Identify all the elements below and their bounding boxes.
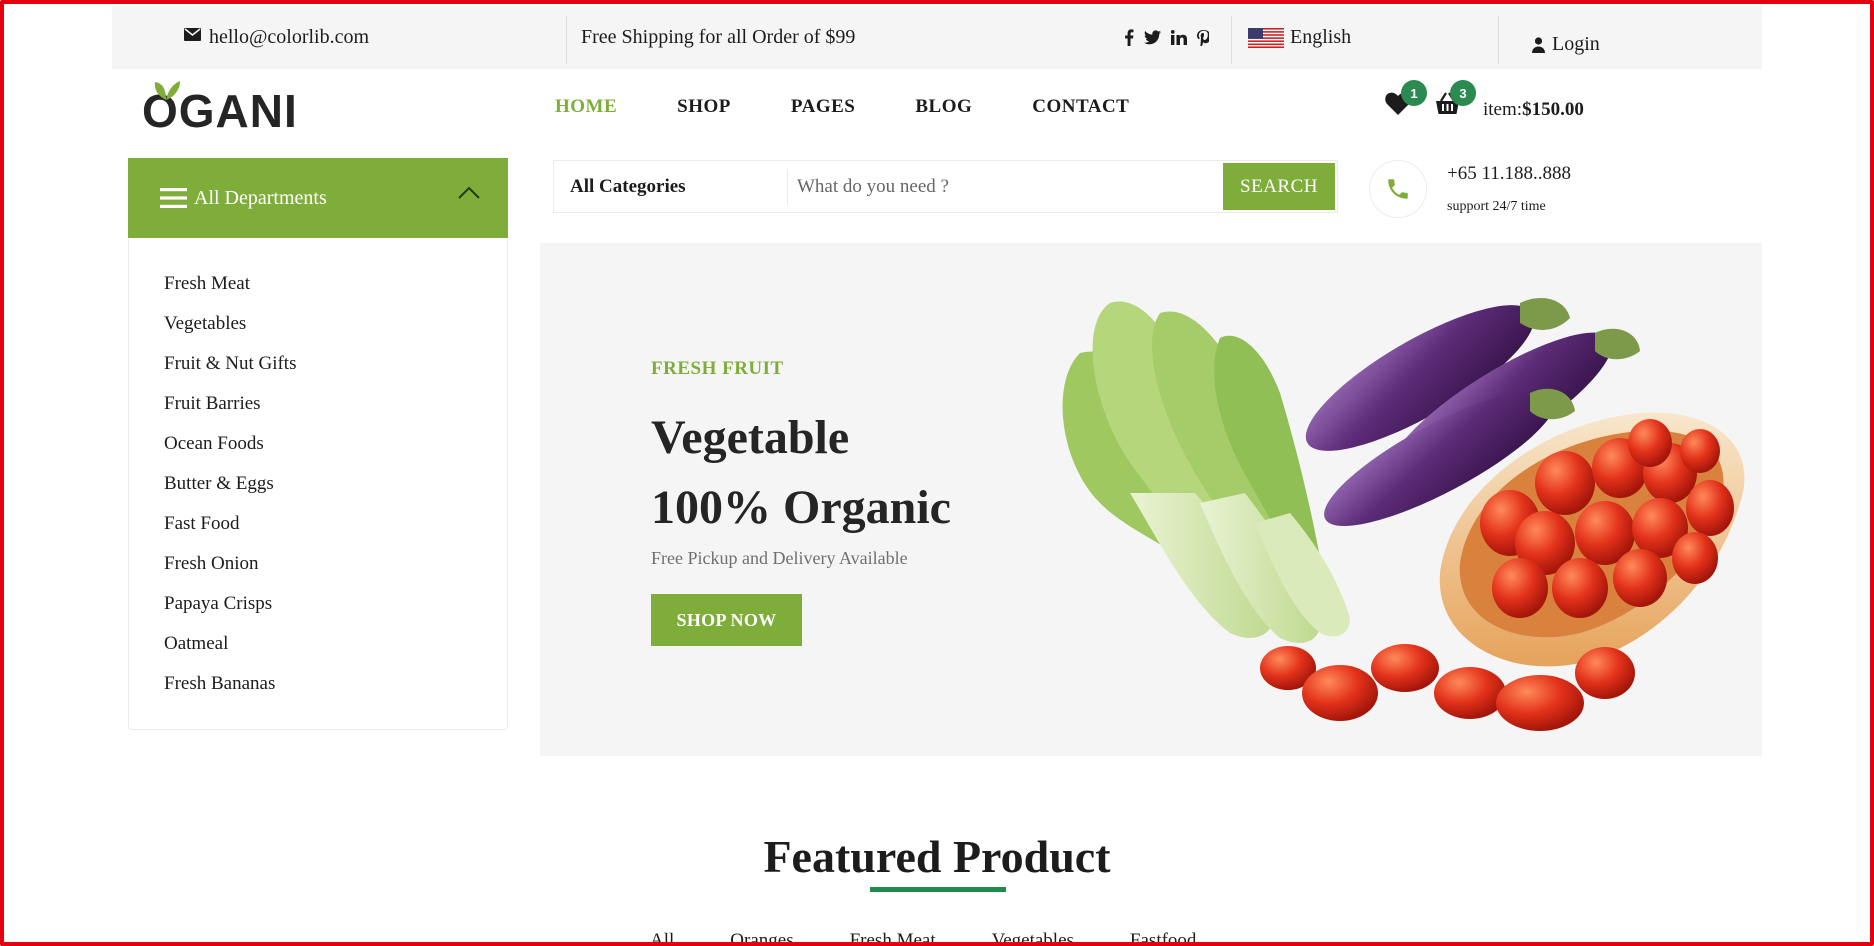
department-item[interactable]: Butter & Eggs	[164, 464, 507, 504]
leaf-icon	[154, 81, 180, 100]
nav-contact[interactable]: CONTACT	[1032, 96, 1129, 118]
cart-total-label: item:	[1483, 99, 1523, 120]
user-icon	[1532, 36, 1545, 53]
phone-icon	[1388, 179, 1408, 199]
facebook-icon[interactable]	[1124, 29, 1134, 46]
divider	[1231, 16, 1232, 64]
vegetables-image	[1062, 298, 1745, 731]
linkedin-icon[interactable]	[1171, 30, 1187, 45]
filter-tab[interactable]: All	[650, 930, 674, 946]
category-select[interactable]: All Categories	[554, 168, 788, 205]
department-item[interactable]: Fast Food	[164, 504, 507, 544]
language-selector[interactable]: English	[1248, 6, 1351, 69]
shop-now-button[interactable]: SHOP NOW	[651, 594, 802, 646]
search-button[interactable]: SEARCH	[1223, 163, 1335, 210]
hero-title-line: 100% Organic	[651, 481, 951, 534]
nav-shop[interactable]: SHOP	[677, 96, 731, 118]
search-bar: All Categories SEARCH	[553, 160, 1338, 213]
featured-filter-tabs: All Oranges Fresh Meat Vegetables Fastfo…	[650, 930, 1252, 946]
wishlist-count-badge: 1	[1401, 80, 1427, 106]
filter-tab[interactable]: Fresh Meat	[850, 930, 936, 946]
department-item[interactable]: Fresh Meat	[164, 264, 507, 304]
filter-tab[interactable]: Oranges	[730, 930, 793, 946]
email-text: hello@colorlib.com	[209, 26, 370, 48]
department-item[interactable]: Fruit Barries	[164, 384, 507, 424]
cart-count-badge: 3	[1450, 80, 1476, 106]
shipping-notice: Free Shipping for all Order of $99	[581, 26, 856, 48]
filter-tab[interactable]: Fastfood	[1130, 930, 1197, 946]
departments-list: Fresh Meat Vegetables Fruit & Nut Gifts …	[128, 238, 508, 730]
twitter-icon[interactable]	[1144, 30, 1161, 45]
all-departments-toggle[interactable]: All Departments	[128, 158, 508, 238]
phone-number: +65 11.188..888	[1447, 163, 1572, 184]
phone-support-text: support 24/7 time	[1447, 199, 1546, 214]
cart-total: item:$150.00	[1483, 99, 1584, 121]
department-item[interactable]: Ocean Foods	[164, 424, 507, 464]
featured-underline	[870, 887, 1006, 892]
department-item[interactable]: Fresh Onion	[164, 544, 507, 584]
hero-kicker: FRESH FRUIT	[651, 358, 784, 379]
bok-choy-shape	[1062, 301, 1350, 643]
phone-badge	[1369, 160, 1427, 218]
search-input[interactable]	[788, 162, 1223, 211]
department-item[interactable]: Fresh Bananas	[164, 664, 507, 704]
top-bar: hello@colorlib.com Free Shipping for all…	[112, 6, 1762, 69]
pinterest-icon[interactable]	[1197, 29, 1209, 46]
us-flag-icon	[1248, 27, 1284, 48]
hero-subtitle: Free Pickup and Delivery Available	[651, 548, 908, 568]
login-link[interactable]: Login	[1532, 13, 1600, 76]
menu-icon	[160, 188, 187, 208]
wishlist-button[interactable]: 1	[1385, 80, 1427, 120]
login-label: Login	[1552, 33, 1600, 55]
nav-home[interactable]: HOME	[555, 96, 617, 118]
email-contact[interactable]: hello@colorlib.com	[184, 6, 369, 69]
mail-icon	[184, 28, 201, 41]
featured-title: Featured Product	[763, 831, 1111, 882]
nav-pages[interactable]: PAGES	[791, 96, 855, 118]
nav-blog[interactable]: BLOG	[915, 96, 972, 118]
divider	[1498, 16, 1499, 64]
hero-banner: FRESH FRUIT Vegetable 100% Organic Free …	[540, 243, 1762, 756]
cart-button[interactable]: 3	[1434, 80, 1476, 120]
chevron-up-icon	[458, 186, 480, 199]
cart-total-value: $150.00	[1522, 99, 1584, 120]
filter-tab[interactable]: Vegetables	[992, 930, 1074, 946]
department-item[interactable]: Papaya Crisps	[164, 584, 507, 624]
hero-title: Vegetable 100% Organic	[651, 403, 951, 543]
department-item[interactable]: Fruit & Nut Gifts	[164, 344, 507, 384]
hero-title-line: Vegetable	[651, 411, 850, 464]
social-links	[1124, 6, 1219, 69]
department-item[interactable]: Oatmeal	[164, 624, 507, 664]
departments-title: All Departments	[194, 186, 327, 209]
department-item[interactable]: Vegetables	[164, 304, 507, 344]
site-logo[interactable]: OGANI	[142, 78, 298, 134]
divider	[566, 16, 567, 64]
main-nav: HOME SHOP PAGES BLOG CONTACT	[555, 96, 1189, 118]
language-label: English	[1290, 26, 1352, 48]
